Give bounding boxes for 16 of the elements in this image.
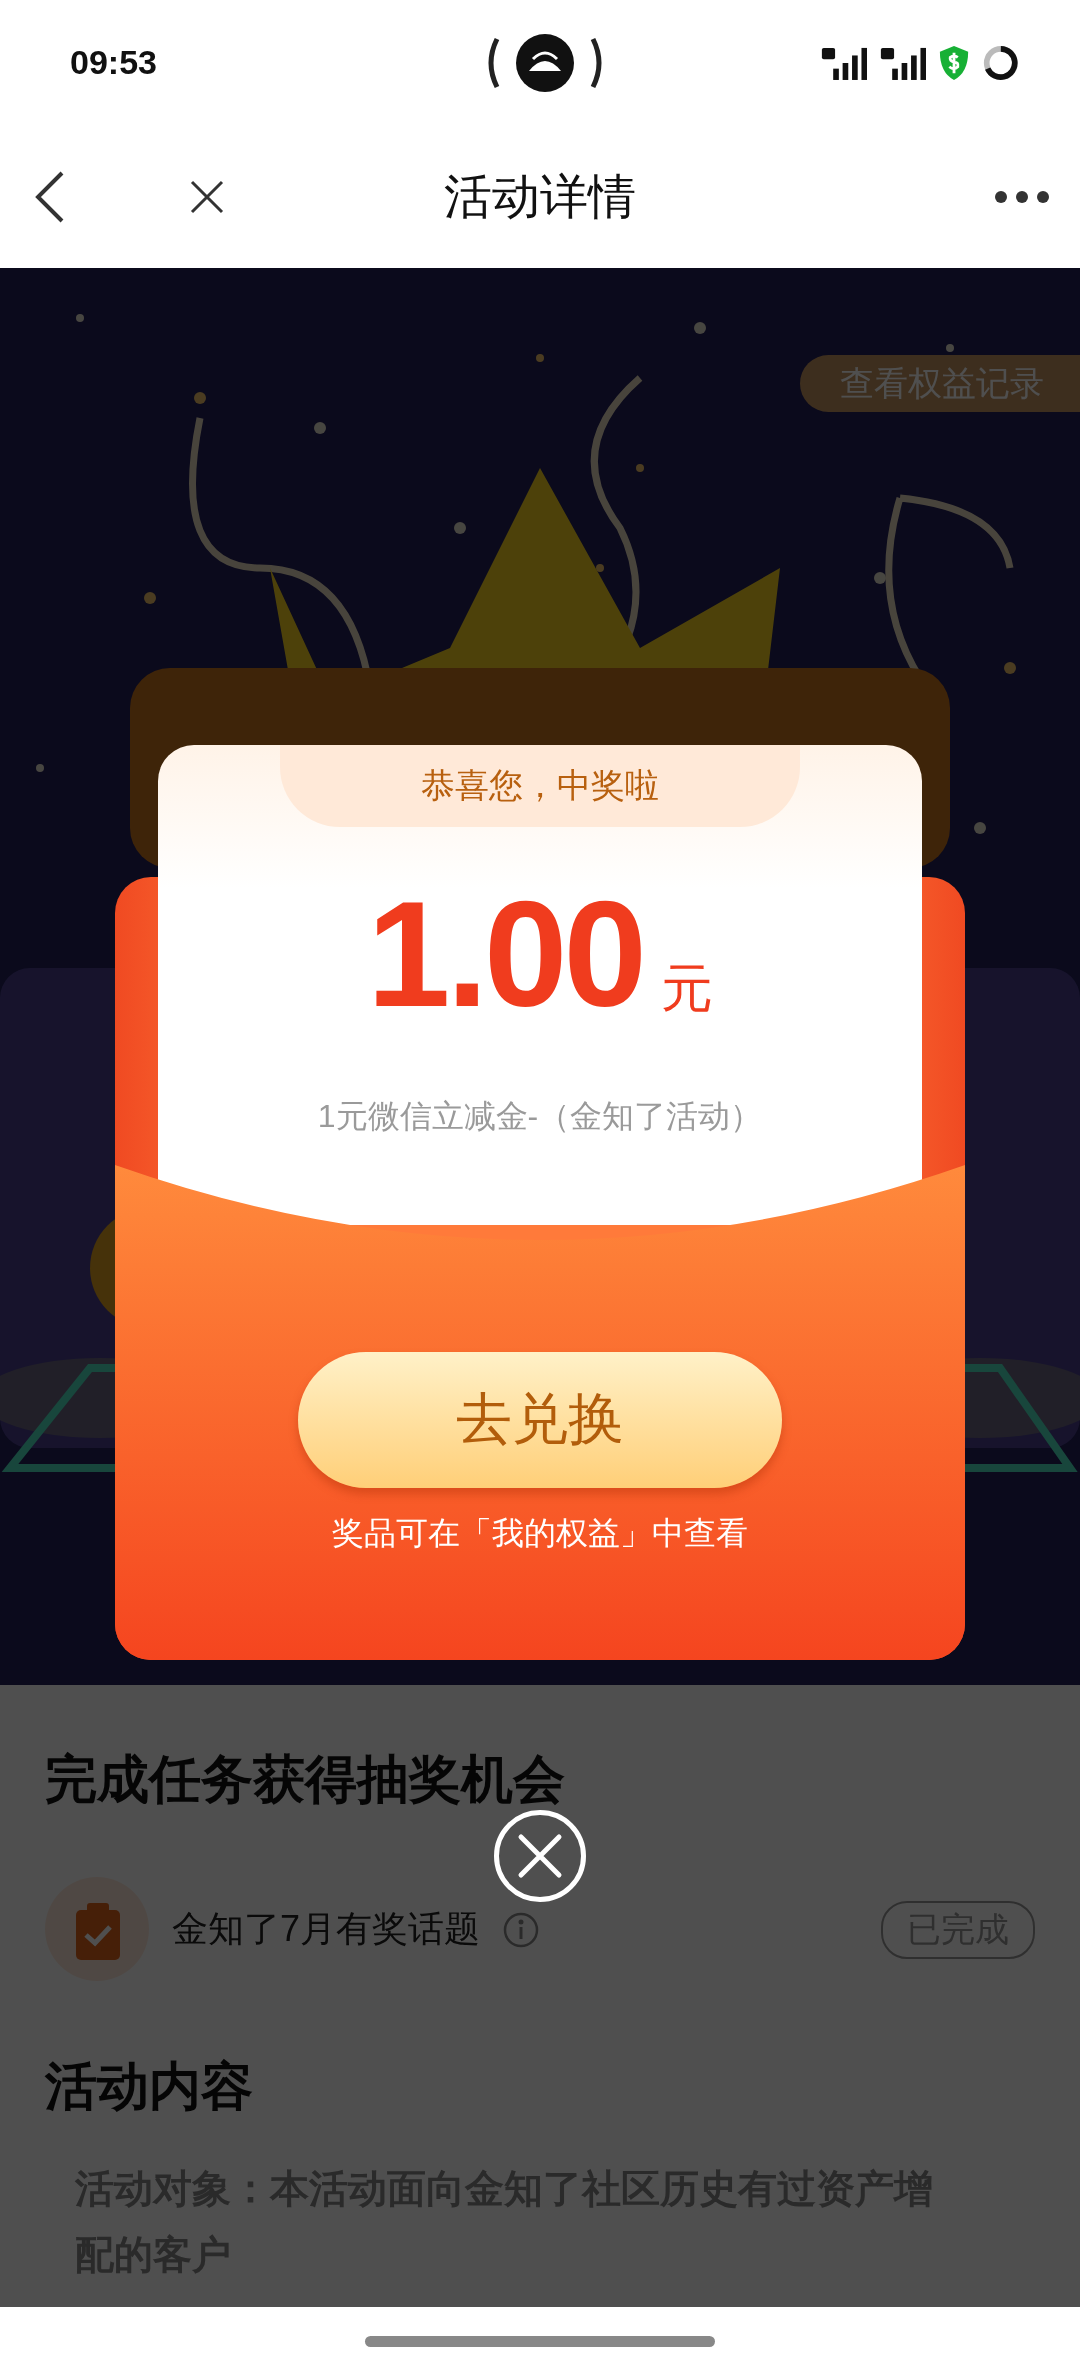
section-heading: 活动内容 (45, 2056, 253, 2117)
close-icon[interactable] (190, 179, 224, 214)
section-heading: 完成任务获得抽奖机会 (45, 1749, 565, 1810)
task-title: 金知了7月有奖话题 (172, 1907, 481, 1951)
page-title: 活动详情 (444, 168, 636, 225)
clipboard-icon (45, 1877, 150, 1982)
status-time: 09:53 (70, 43, 158, 82)
more-icon[interactable] (994, 189, 1050, 204)
currency-unit: 元 (660, 958, 713, 1019)
redeem-button[interactable]: 去兑换 (298, 1352, 782, 1488)
prize-amount: 1.00 (367, 879, 643, 1029)
close-icon (517, 1833, 563, 1879)
close-button[interactable] (494, 1810, 586, 1902)
prize-description: 1元微信立减金-（金知了活动） (317, 1097, 763, 1136)
prize-note: 奖品可在「我的权益」中查看 (332, 1514, 748, 1553)
greeting-text: 恭喜您，中奖啦 (280, 745, 800, 827)
